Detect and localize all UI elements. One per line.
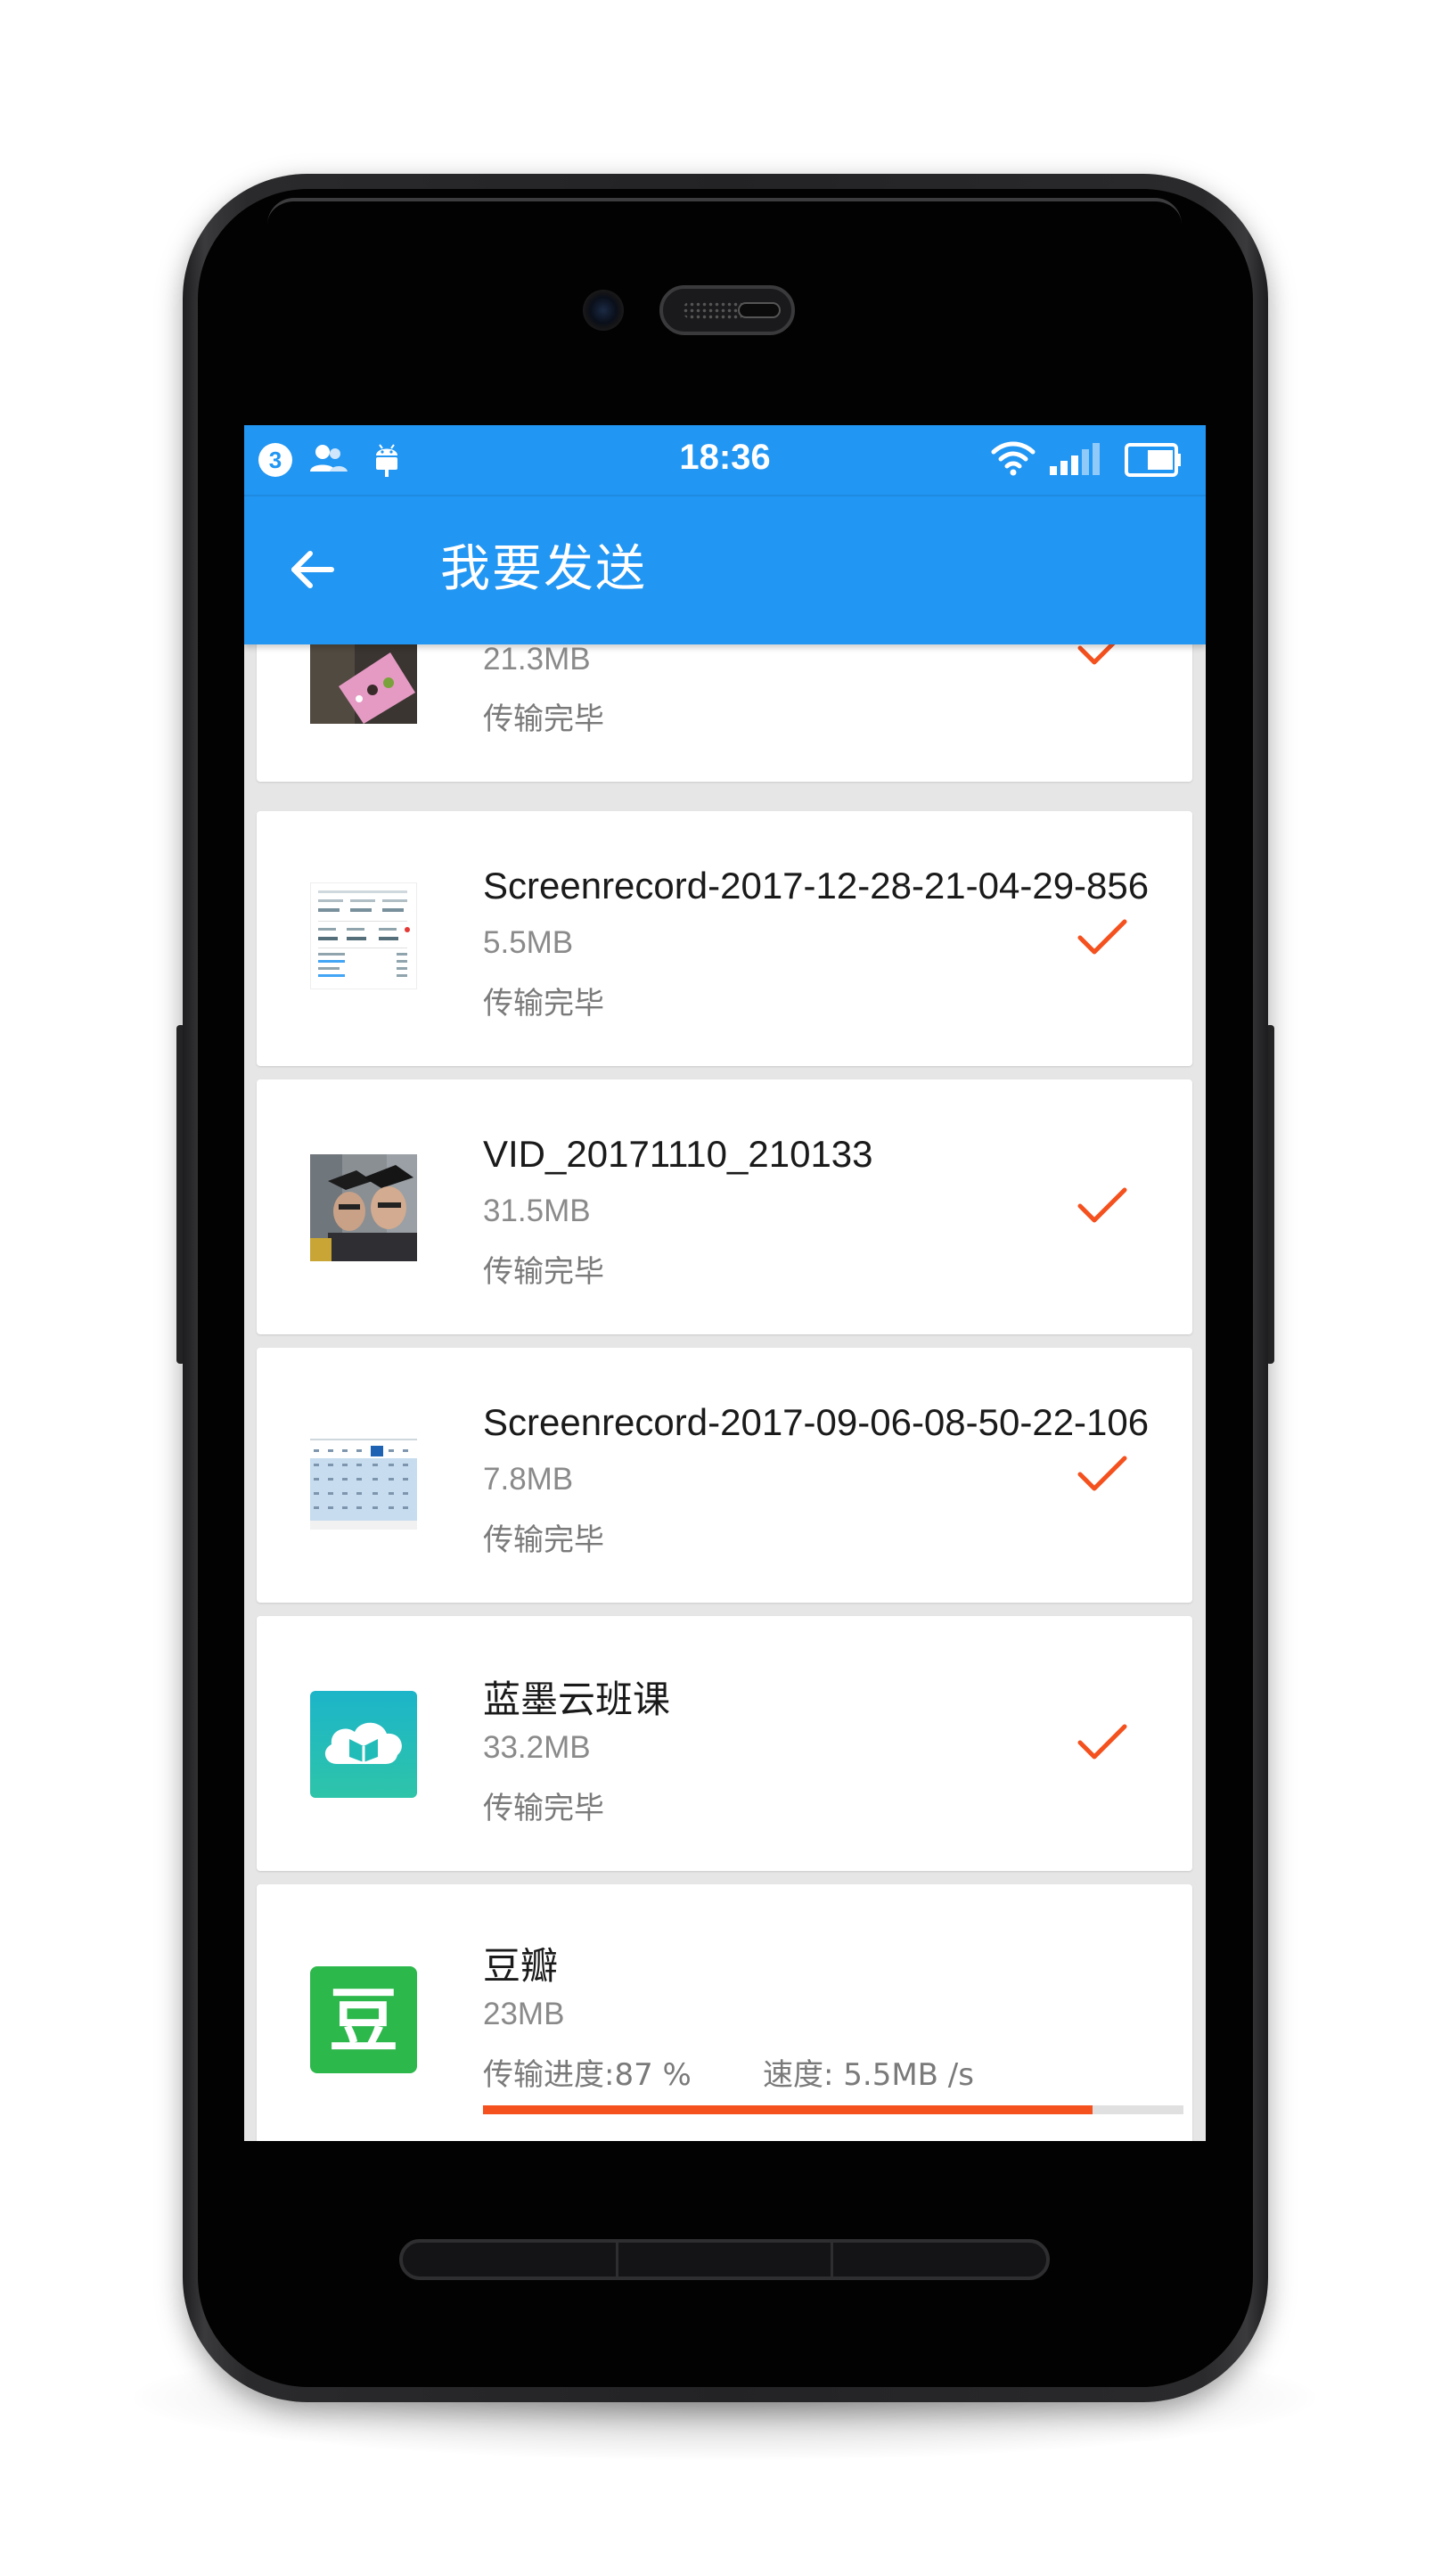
transfer-item[interactable]: VID_20171110_210133 31.5MB 传输完毕	[257, 1079, 1192, 1334]
front-camera	[583, 290, 624, 331]
screenshot-thumbnail	[310, 882, 417, 989]
signal-icon	[1050, 443, 1100, 475]
transfer-status: 传输完毕	[483, 986, 604, 1021]
app-bar: 我要发送	[244, 495, 1206, 644]
transfer-item[interactable]: Screenrecord-2017-12-28-21-04-29-856 5.5…	[257, 811, 1192, 1066]
check-icon	[1077, 1187, 1127, 1223]
cloud-book-logo	[324, 1722, 402, 1764]
navigation-key-bar[interactable]	[399, 2239, 1050, 2280]
transfer-item[interactable]: 蓝墨云班课 33.2MB 传输完毕	[257, 1616, 1192, 1871]
file-name: Screenrecord-2017-12-28-21-04-29-856	[483, 865, 1150, 907]
file-name: VID_20171110_210133	[483, 1133, 873, 1175]
douban-app-icon: 豆	[310, 1966, 417, 2073]
app-bar-divider	[244, 495, 1206, 496]
transfer-status: 传输完毕	[483, 1254, 604, 1290]
back-key[interactable]	[833, 2243, 1046, 2277]
photo-thumbnail	[310, 644, 417, 724]
transfer-item-in-progress[interactable]: 豆 豆瓣 23MB 传输进度:87 % 速度: 5.5MB /s	[257, 1884, 1192, 2141]
calendar-image	[310, 1423, 417, 1530]
battery-icon	[1125, 443, 1181, 477]
transfer-speed-text: 速度: 5.5MB /s	[763, 2057, 974, 2093]
video-thumbnail	[310, 1154, 417, 1261]
file-name: Screenrecord-2017-09-06-08-50-22-106	[483, 1401, 1150, 1443]
screenshot-image	[311, 883, 416, 989]
phone-screen: 21.3MB 传输完毕 Screenrecord-2017-12-28-21-0…	[244, 425, 1206, 2141]
check-icon	[1077, 1456, 1127, 1491]
file-size: 31.5MB	[483, 1194, 591, 1228]
progress-bar-fill	[483, 2105, 1093, 2114]
page-title: 我要发送	[440, 540, 647, 598]
douban-logo: 豆	[329, 1981, 398, 2062]
home-key[interactable]	[618, 2243, 834, 2277]
video-frame-image	[310, 1154, 417, 1261]
menu-key[interactable]	[403, 2243, 618, 2277]
speaker-grille	[683, 301, 745, 319]
status-bar: 3 18:36	[244, 425, 1206, 495]
transfer-item[interactable]: Screenrecord-2017-09-06-08-50-22-106 7.8…	[257, 1348, 1192, 1603]
earpiece-speaker	[659, 285, 795, 335]
transfer-status: 传输完毕	[483, 701, 604, 737]
check-icon	[1077, 919, 1127, 955]
calendar-screenshot-thumbnail	[310, 1423, 417, 1530]
transfer-status: 传输完毕	[483, 1522, 604, 1558]
file-size: 21.3MB	[483, 642, 591, 677]
transfer-progress-text: 传输进度:87 %	[483, 2057, 692, 2093]
back-button[interactable]	[276, 534, 348, 605]
bezel-highlight	[267, 198, 1182, 225]
app-name: 豆瓣	[483, 1944, 559, 1988]
cloud-book-app-icon	[310, 1691, 417, 1798]
sensor-slot	[738, 302, 781, 318]
photo-image	[310, 644, 417, 724]
file-size: 23MB	[483, 1997, 565, 2031]
file-size: 5.5MB	[483, 925, 574, 960]
phone-mockup-stage: 21.3MB 传输完毕 Screenrecord-2017-12-28-21-0…	[0, 0, 1449, 2576]
progress-bar	[483, 2105, 1183, 2114]
transfer-status: 传输完毕	[483, 1791, 604, 1826]
file-size: 33.2MB	[483, 1730, 591, 1765]
file-size: 7.8MB	[483, 1462, 574, 1497]
arrow-back-icon[interactable]	[276, 534, 348, 605]
app-name: 蓝墨云班课	[483, 1678, 671, 1721]
wifi-icon	[991, 441, 1036, 476]
svg-text:豆: 豆	[329, 1981, 398, 2062]
transfer-list[interactable]: 21.3MB 传输完毕 Screenrecord-2017-12-28-21-0…	[244, 425, 1206, 2141]
check-icon	[1077, 1724, 1127, 1760]
